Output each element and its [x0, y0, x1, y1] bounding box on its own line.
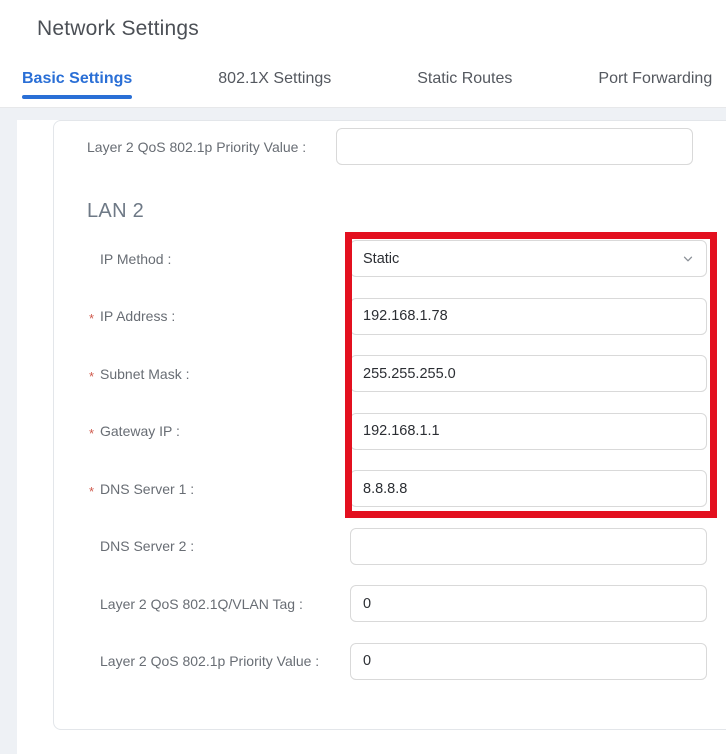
row-label: * Gateway IP :: [89, 423, 180, 441]
main-area: Layer 2 QoS 802.1p Priority Value : LAN …: [0, 108, 726, 754]
form-row: Layer 2 QoS 802.1p Priority Value :: [54, 128, 726, 165]
required-asterisk: *: [89, 368, 95, 384]
chevron-down-icon: [682, 253, 694, 269]
tab-static-routes[interactable]: Static Routes: [417, 69, 512, 103]
form-row: IP Method : Static: [54, 240, 726, 277]
row-label: Layer 2 QoS 802.1Q/VLAN Tag :: [100, 595, 303, 612]
row-label: IP Method :: [100, 250, 172, 267]
required-asterisk: *: [89, 483, 95, 499]
row-label: * IP Address :: [89, 308, 176, 326]
ip-address-input[interactable]: [350, 297, 707, 335]
form-row: DNS Server 2 :: [54, 527, 726, 565]
layer2-qos-priority-input-lan2[interactable]: [350, 642, 707, 680]
row-label: * Subnet Mask :: [89, 365, 190, 384]
row-label: DNS Server 2 :: [100, 538, 195, 554]
dns-server-2-input[interactable]: [350, 527, 707, 565]
layer2-qos-vlan-tag-input[interactable]: [350, 585, 707, 622]
form-row: Layer 2 QoS 802.1p Priority Value :: [54, 642, 726, 680]
tab-port-forwarding[interactable]: Port Forwarding: [598, 69, 712, 103]
required-asterisk: *: [89, 426, 95, 441]
ip-method-select[interactable]: Static: [350, 240, 707, 277]
form-row: * Gateway IP :: [54, 412, 726, 450]
section-heading-lan2: LAN 2: [87, 200, 145, 222]
tab-basic-settings[interactable]: Basic Settings: [22, 69, 133, 103]
form-row: * IP Address :: [54, 297, 726, 335]
form-row: * Subnet Mask :: [54, 355, 726, 392]
select-value: Static: [363, 250, 400, 267]
network-settings-page: Network Settings Basic Settings 802.1X S…: [0, 0, 726, 754]
row-label: Layer 2 QoS 802.1p Priority Value :: [100, 653, 320, 669]
required-asterisk: *: [89, 311, 95, 326]
tab-label: Static Routes: [417, 70, 513, 87]
row-label: * DNS Server 1 :: [89, 480, 195, 499]
layer2-qos-priority-input-lan1[interactable]: [336, 128, 693, 165]
content-panel: Layer 2 QoS 802.1p Priority Value : LAN …: [17, 120, 726, 754]
active-tab-underline: [22, 95, 133, 99]
page-header: Network Settings Basic Settings 802.1X S…: [0, 0, 726, 108]
settings-card: Layer 2 QoS 802.1p Priority Value : LAN …: [53, 120, 726, 730]
tab-label: Port Forwarding: [598, 70, 713, 87]
tab-bar: Basic Settings 802.1X Settings Static Ro…: [0, 69, 726, 103]
tab-label: 802.1X Settings: [218, 70, 332, 87]
gateway-ip-input[interactable]: [350, 412, 707, 450]
subnet-mask-input[interactable]: [350, 355, 707, 392]
form-row: * DNS Server 1 :: [54, 470, 726, 507]
tab-label: Basic Settings: [22, 70, 133, 87]
form-row: Layer 2 QoS 802.1Q/VLAN Tag :: [54, 585, 726, 622]
page-title: Network Settings: [37, 17, 199, 40]
tab-8021x-settings[interactable]: 802.1X Settings: [218, 69, 331, 103]
row-label: Layer 2 QoS 802.1p Priority Value :: [87, 138, 307, 155]
dns-server-1-input[interactable]: [350, 470, 707, 507]
